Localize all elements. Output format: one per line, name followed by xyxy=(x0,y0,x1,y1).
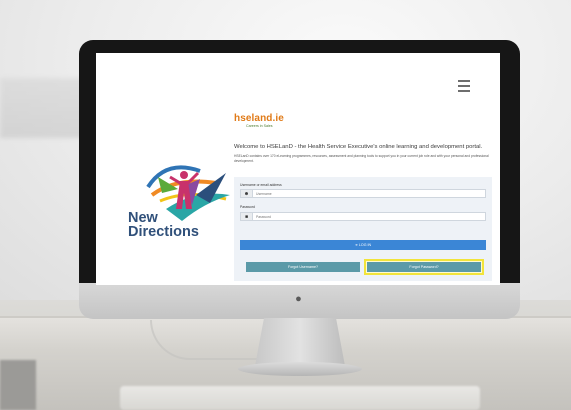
logo-text-directions: Directions xyxy=(128,224,199,240)
password-label: Password xyxy=(240,205,255,209)
forgot-password-button[interactable]: Forgot Password? xyxy=(367,262,481,272)
brand-name: hseland.ie xyxy=(234,113,284,124)
username-input[interactable] xyxy=(253,190,485,197)
monitor-stand-base xyxy=(238,362,362,376)
login-panel: Username or email address ☻ Password ■ ➜… xyxy=(234,177,492,281)
speaker xyxy=(0,360,36,410)
apple-logo-icon: ● xyxy=(295,293,302,305)
forgot-password-highlight: Forgot Password? xyxy=(364,259,484,275)
username-label: Username or email address xyxy=(240,183,282,187)
new-directions-wordmark: New Directions xyxy=(128,210,199,240)
password-field[interactable]: ■ xyxy=(240,212,486,221)
lock-icon: ■ xyxy=(241,213,253,220)
keyboard xyxy=(120,386,480,410)
brand-tagline: Careers in Sales xyxy=(246,124,273,128)
logo-text-new: New xyxy=(128,210,158,226)
monitor-screen: hseland.ie Careers in Sales Welcome to H… xyxy=(96,53,500,285)
monitor-stand xyxy=(255,318,345,366)
user-icon: ☻ xyxy=(241,190,253,197)
password-input[interactable] xyxy=(253,213,485,220)
hamburger-menu-icon[interactable] xyxy=(458,80,472,92)
intro-text: HSELanD contains over 170 eLearning prog… xyxy=(234,154,489,163)
logo-figure-head xyxy=(180,171,188,179)
login-button[interactable]: ➜ LOG IN xyxy=(240,240,486,250)
username-field[interactable]: ☻ xyxy=(240,189,486,198)
monitor-cable xyxy=(150,320,270,360)
hseland-logo[interactable]: hseland.ie Careers in Sales xyxy=(234,114,284,129)
forgot-username-button[interactable]: Forgot Username? xyxy=(246,262,360,272)
welcome-heading: Welcome to HSELanD - the Health Service … xyxy=(234,144,483,150)
